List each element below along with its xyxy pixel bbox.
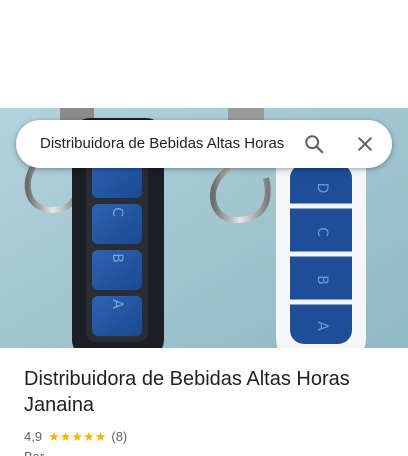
rating-value: 4,9: [24, 429, 43, 444]
search-button[interactable]: [298, 128, 330, 160]
svg-text:C: C: [109, 207, 125, 217]
search-icon: [305, 135, 324, 154]
search-input[interactable]: Distribuidora de Bebidas Altas Horas Jan…: [40, 134, 288, 154]
search-bar[interactable]: Distribuidora de Bebidas Altas Horas Jan…: [16, 120, 392, 168]
star-icon: ★: [94, 429, 107, 444]
svg-text:A: A: [314, 321, 330, 331]
svg-text:A: A: [109, 299, 125, 309]
map-blank-area: [0, 0, 408, 108]
rating-stars: ★ ★ ★ ★ ★: [48, 428, 106, 446]
svg-text:B: B: [314, 275, 330, 285]
close-icon: [358, 137, 372, 151]
place-title: Distribuidora de Bebidas Altas Horas Jan…: [24, 368, 350, 416]
svg-text:C: C: [314, 227, 330, 237]
review-count[interactable]: (8): [111, 428, 127, 446]
star-icon: ★: [71, 429, 84, 444]
star-icon: ★: [59, 429, 72, 444]
place-category[interactable]: Bar: [24, 448, 44, 456]
star-icon: ★: [48, 429, 60, 444]
clear-search-button[interactable]: [349, 128, 381, 160]
rating-row[interactable]: 4,9 ★ ★ ★ ★ ★ (8): [24, 428, 127, 446]
svg-text:D: D: [314, 183, 330, 194]
place-info: Distribuidora de Bebidas Altas Horas Jan…: [0, 348, 408, 456]
star-icon: ★: [83, 429, 95, 444]
svg-text:B: B: [109, 253, 125, 263]
place-panel: C B A D C B A Distribuidora de Bebidas A…: [0, 0, 408, 456]
